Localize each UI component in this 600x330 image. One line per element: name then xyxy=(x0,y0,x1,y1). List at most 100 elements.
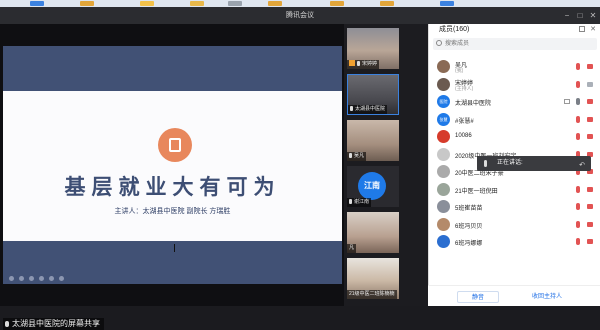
tile-name: 21级中医二班陈楠楠 xyxy=(349,291,395,297)
microphone-muted-icon[interactable] xyxy=(576,133,580,140)
avatar xyxy=(437,130,450,143)
avatar xyxy=(437,200,450,213)
video-tile[interactable]: 宋婷婷 xyxy=(347,28,399,69)
camera-off-icon[interactable] xyxy=(587,239,593,244)
video-tile[interactable]: 凡 xyxy=(347,212,399,253)
member-row[interactable]: 宋婷婷 (主持人) xyxy=(429,76,600,94)
member-search[interactable] xyxy=(433,38,597,50)
camera-icon[interactable] xyxy=(587,81,593,87)
document-badge-icon xyxy=(158,128,192,162)
microphone-muted-icon[interactable] xyxy=(576,115,580,123)
more-icon[interactable] xyxy=(59,276,64,281)
camera-off-icon[interactable] xyxy=(587,64,593,69)
taskbar-app-icon[interactable] xyxy=(268,1,282,6)
avatar xyxy=(437,60,450,73)
camera-off-icon[interactable] xyxy=(587,186,593,192)
taskbar-app-icon[interactable] xyxy=(380,1,394,6)
slideshow-controls xyxy=(9,268,89,281)
video-tile[interactable]: 21级中医二班陈楠楠 xyxy=(347,258,399,299)
avatar: 江南 xyxy=(358,172,386,200)
member-row[interactable]: 5班崔苗苗 xyxy=(429,198,600,216)
microphone-muted-icon[interactable] xyxy=(576,203,580,210)
members-footer: 静音 收回主持人 xyxy=(428,285,600,306)
maximize-icon[interactable]: □ xyxy=(573,7,587,24)
microphone-muted-icon[interactable] xyxy=(576,220,580,228)
text-cursor xyxy=(174,244,175,252)
slide-title: 基层就业大有可为 xyxy=(64,176,281,199)
member-name: 6班冯娜娜 xyxy=(455,241,483,247)
search-icon xyxy=(436,40,442,46)
member-name: 10086 xyxy=(455,133,472,139)
microphone-icon xyxy=(349,153,352,158)
microphone-icon xyxy=(350,106,353,111)
taskbar-app-icon[interactable] xyxy=(440,1,454,6)
member-list: 吴凡(我)宋婷婷(主持人)医院太湖县中医院张慧#张慧#100862020级中医一… xyxy=(429,58,600,251)
microphone-icon xyxy=(349,199,352,204)
member-row[interactable]: 医院 太湖县中医院 xyxy=(429,93,600,111)
member-row[interactable]: 6班冯贝贝 xyxy=(429,216,600,234)
camera-off-icon[interactable] xyxy=(587,221,593,227)
avatar xyxy=(437,235,450,248)
members-title: 成员(160) xyxy=(439,26,470,33)
member-row[interactable]: 6班冯娜娜 xyxy=(429,233,600,251)
member-name: 6班冯贝贝 xyxy=(455,223,483,230)
microphone-muted-icon[interactable] xyxy=(576,238,580,245)
microphone-muted-icon[interactable] xyxy=(576,80,580,88)
avatar: 医院 xyxy=(437,95,450,108)
video-tile[interactable]: 吴凡 xyxy=(347,120,399,161)
member-name: 5班崔苗苗 xyxy=(455,206,483,212)
microphone-icon xyxy=(5,321,9,327)
member-row[interactable]: 张慧 #张慧# xyxy=(429,111,600,129)
taskbar-app-icon[interactable] xyxy=(190,1,204,6)
reply-icon[interactable]: ↶ xyxy=(579,158,585,173)
title-bar: 腾讯会议 − □ ✕ xyxy=(0,7,600,24)
taskbar-app-icon[interactable] xyxy=(330,1,344,6)
camera-off-icon[interactable] xyxy=(587,134,593,139)
pen-icon[interactable] xyxy=(29,276,34,281)
minimize-icon[interactable]: − xyxy=(560,7,574,24)
avatar: 张慧 xyxy=(437,112,450,126)
microphone-muted-icon[interactable] xyxy=(576,185,580,193)
taskbar-app-icon[interactable] xyxy=(30,1,44,6)
popout-icon[interactable] xyxy=(579,26,585,32)
tile-name: 太湖县中医院 xyxy=(355,106,386,112)
video-tile[interactable]: 江南 谢江南 xyxy=(347,166,399,207)
camera-off-icon[interactable] xyxy=(587,99,593,104)
presentation-slide: 基层就业大有可为 主讲人：太湖县中医院 副院长 方瑞胜 xyxy=(3,46,342,284)
microphone-icon xyxy=(484,160,487,167)
member-role: (主持人) xyxy=(455,85,474,92)
tile-label: 太湖县中医院 xyxy=(348,105,388,114)
tile-name: 吴凡 xyxy=(354,153,365,159)
prev-slide-icon[interactable] xyxy=(9,276,14,281)
taskbar-app-icon[interactable] xyxy=(228,1,242,6)
microphone-icon[interactable] xyxy=(576,98,580,105)
speaker-label: 主讲人： xyxy=(114,208,143,215)
slide-speaker: 主讲人：太湖县中医院 副院长 方瑞胜 xyxy=(3,206,342,216)
member-row[interactable]: 吴凡 (我) xyxy=(429,58,600,76)
window-title: 腾讯会议 xyxy=(286,12,314,19)
reclaim-host-button[interactable]: 收回主持人 xyxy=(521,291,573,303)
avatar xyxy=(437,217,450,231)
members-header: 成员(160) ✕ xyxy=(429,24,600,36)
camera-off-icon[interactable] xyxy=(587,204,593,209)
speaker-text: 太湖县中医院 副院长 方瑞胜 xyxy=(142,208,231,215)
zoom-icon[interactable] xyxy=(39,276,44,281)
search-input[interactable] xyxy=(445,38,595,50)
taskbar-app-icon[interactable] xyxy=(140,1,154,6)
shared-screen[interactable]: 基层就业大有可为 主讲人：太湖县中医院 副院长 方瑞胜 太湖县中医院的屏幕共享 xyxy=(0,24,344,330)
microphone-muted-icon[interactable] xyxy=(576,63,580,70)
video-tile[interactable]: 太湖县中医院 xyxy=(347,74,399,115)
camera-off-icon[interactable] xyxy=(587,116,593,122)
sharer-label: 太湖县中医院的屏幕共享 xyxy=(3,318,104,330)
tile-label: 21级中医二班陈楠楠 xyxy=(347,290,397,299)
close-panel-icon[interactable]: ✕ xyxy=(590,24,596,36)
tile-name: 谢江南 xyxy=(354,199,370,205)
member-row[interactable]: 21中医一班倪田 xyxy=(429,181,600,199)
member-row[interactable]: 10086 xyxy=(429,128,600,146)
close-icon[interactable]: ✕ xyxy=(586,7,600,24)
tile-label: 吴凡 xyxy=(347,152,367,161)
grid-icon[interactable] xyxy=(49,276,54,281)
taskbar-app-icon[interactable] xyxy=(80,1,94,6)
next-slide-icon[interactable] xyxy=(19,276,24,281)
mute-all-button[interactable]: 静音 xyxy=(457,291,499,303)
